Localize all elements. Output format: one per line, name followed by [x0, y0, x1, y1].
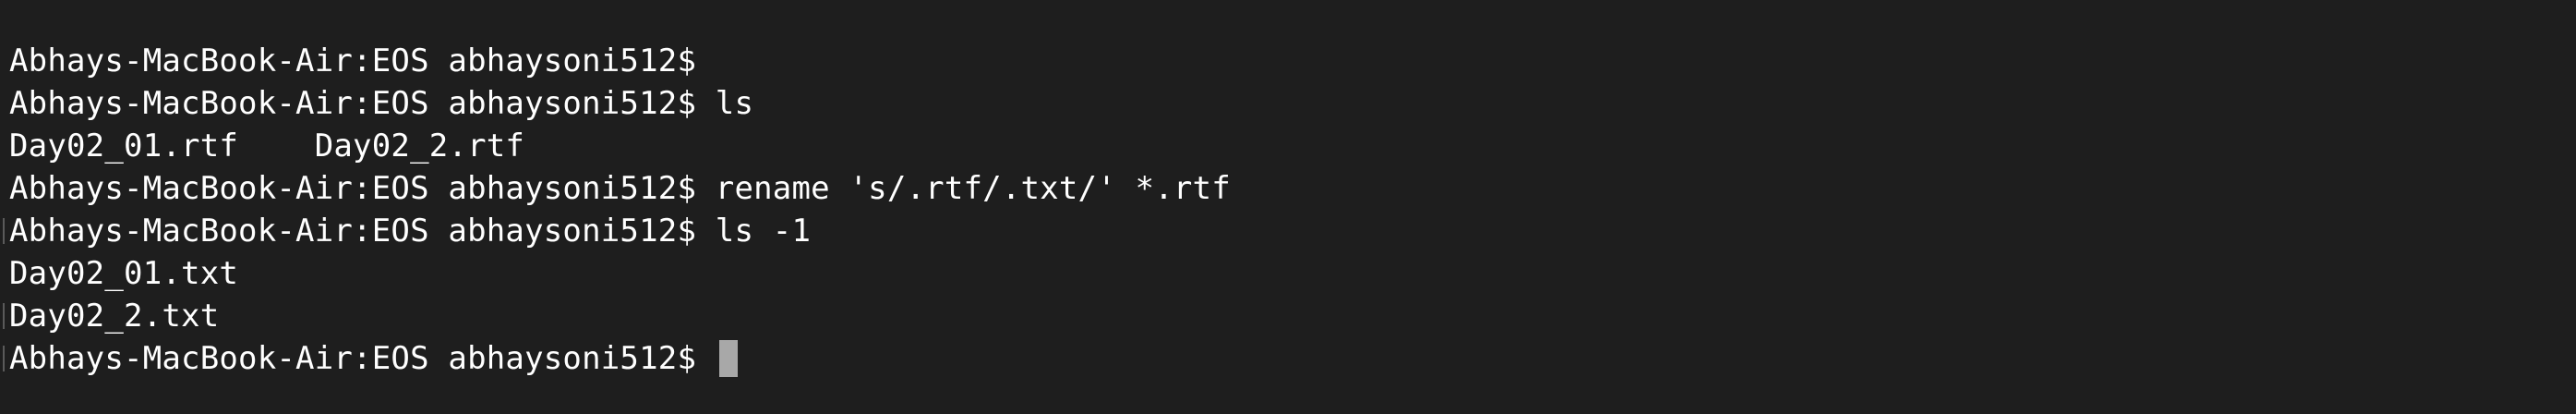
command-text: ls -1 [715, 213, 812, 250]
shell-prompt: Abhays-MacBook-Air:EOS abhaysoni512$ [9, 170, 697, 207]
shell-prompt: Abhays-MacBook-Air:EOS abhaysoni512$ [9, 43, 697, 79]
command-output: Day02_01.rtf Day02_2.rtf [9, 128, 525, 164]
terminal-line: Abhays-MacBook-Air:EOS abhaysoni512$ ren… [9, 167, 1231, 210]
terminal-line: Abhays-MacBook-Air:EOS abhaysoni512$ ls … [9, 210, 811, 252]
shell-prompt: Abhays-MacBook-Air:EOS abhaysoni512$ [9, 340, 697, 377]
line-marker [3, 218, 5, 244]
line-marker [3, 303, 5, 329]
text-cursor[interactable] [718, 339, 738, 377]
shell-prompt: Abhays-MacBook-Air:EOS abhaysoni512$ [9, 213, 697, 250]
terminal-line: Abhays-MacBook-Air:EOS abhaysoni512$ ls [9, 82, 753, 125]
command-text: rename 's/.rtf/.txt/' *.rtf [715, 170, 1231, 207]
terminal-line: Abhays-MacBook-Air:EOS abhaysoni512$ [9, 40, 696, 82]
terminal-line[interactable]: Abhays-MacBook-Air:EOS abhaysoni512$ [9, 337, 738, 380]
command-output: Day02_2.txt [9, 298, 220, 335]
command-output: Day02_01.txt [9, 255, 239, 292]
command-text: ls [715, 85, 754, 122]
shell-prompt: Abhays-MacBook-Air:EOS abhaysoni512$ [9, 85, 697, 122]
line-marker [3, 346, 5, 371]
terminal-window[interactable]: Abhays-MacBook-Air:EOS abhaysoni512$ Abh… [0, 0, 2576, 414]
